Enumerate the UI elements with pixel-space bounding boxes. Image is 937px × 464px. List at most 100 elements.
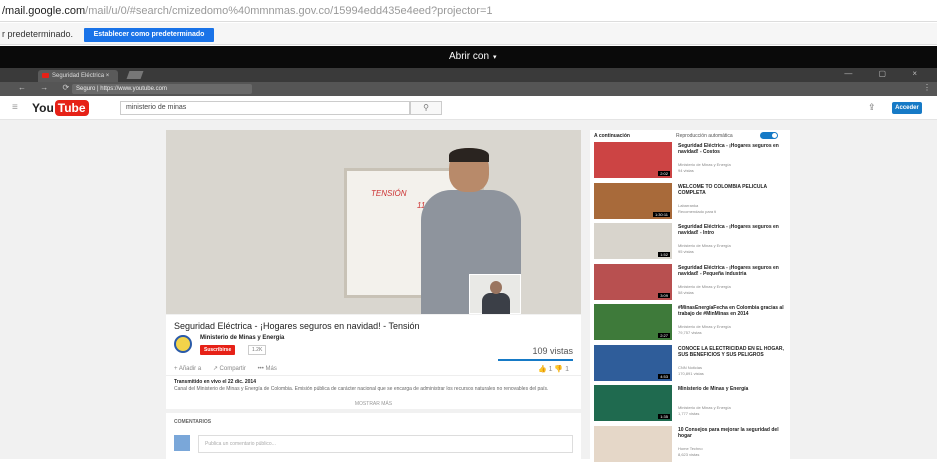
up-next-label: A continuación: [594, 133, 630, 139]
video-info: Seguridad Eléctrica - ¡Hogares seguros e…: [166, 315, 581, 409]
url-path: /mail/u/0/#search/cmizedomo%40mmnmas.gov…: [85, 5, 493, 17]
board-text: TENSIÓN: [371, 189, 407, 198]
window-controls[interactable]: — ▢ ×: [844, 69, 929, 78]
video-thumbnail[interactable]: 2:27: [594, 304, 672, 340]
subscribe-button[interactable]: Suscribirse: [200, 345, 236, 355]
logo-tube: Tube: [54, 100, 89, 116]
close-icon[interactable]: ×: [106, 73, 110, 79]
interpreter-body: [482, 293, 510, 314]
browser-address-bar: ← → ⟳ Seguro | https://www.youtube.com ⋮: [0, 82, 937, 96]
sign-in-button[interactable]: Acceder: [892, 102, 922, 114]
related-video-channel: Ministerio de Minas y Energía: [678, 405, 731, 410]
video-thumbnail[interactable]: 1:35: [594, 385, 672, 421]
autoplay-toggle[interactable]: [760, 132, 778, 139]
sign-language-inset: [469, 274, 521, 314]
video-duration: 3:09: [658, 292, 670, 298]
related-video-title[interactable]: Ministerio de Minas y Energía: [678, 386, 786, 392]
related-video-views: 95 vistas: [678, 249, 694, 254]
channel-name[interactable]: Ministerio de Minas y Energía: [200, 335, 284, 341]
related-video-item[interactable]: 2:27 #MinasEnergíaFecha en Colombia graci…: [594, 304, 790, 342]
related-video-channel: Ministerio de Minas y Energía: [678, 243, 731, 248]
share-button[interactable]: ↗ Compartir: [213, 366, 246, 372]
channel-avatar[interactable]: [174, 335, 192, 353]
address-field[interactable]: Seguro | https://www.youtube.com: [72, 84, 252, 94]
video-title: Seguridad Eléctrica - ¡Hogares seguros e…: [174, 321, 420, 331]
page-background-right: [797, 130, 937, 459]
related-video-title[interactable]: Seguridad Eléctrica - ¡Hogares seguros e…: [678, 265, 786, 277]
related-video-item[interactable]: 4:53 CONOCE LA ELECTRICIDAD EN EL HOGAR, …: [594, 344, 790, 383]
open-with-button[interactable]: Abrir con ▾: [443, 49, 503, 65]
like-dislike-buttons[interactable]: 👍 1 👎 1: [538, 365, 569, 373]
video-thumbnail[interactable]: 4:53: [594, 344, 672, 381]
upload-icon[interactable]: ⇪: [868, 102, 876, 113]
nav-buttons[interactable]: ← → ⟳: [18, 83, 75, 92]
video-thumbnail[interactable]: 3:09: [594, 263, 672, 300]
video-thumbnail[interactable]: 1:30:11: [594, 182, 672, 219]
video-player[interactable]: TENSIÓN 110V: [166, 130, 581, 314]
youtube-favicon-icon: [42, 73, 49, 78]
more-button[interactable]: ••• Más: [258, 366, 277, 372]
related-video-channel: Home Techno: [678, 445, 703, 451]
new-tab-button[interactable]: [126, 71, 144, 79]
related-video-channel: Labarranka: [678, 202, 699, 208]
related-video-views: 1,777 vistas: [678, 411, 700, 416]
video-duration: 1:35: [658, 414, 670, 419]
related-video-item[interactable]: 3:09 Seguridad Eléctrica - ¡Hogares segur…: [594, 263, 790, 302]
related-video-channel: CNN Noticias: [678, 364, 703, 370]
related-video-item[interactable]: 1:52 Seguridad Eléctrica - ¡Hogares segur…: [594, 223, 790, 261]
embedded-browser-screenshot: Seguridad Eléctrica × — ▢ × ← → ⟳ Seguro…: [0, 68, 937, 462]
comment-input[interactable]: Publica un comentario público...: [198, 435, 573, 453]
search-icon[interactable]: ⚲: [410, 101, 442, 115]
publish-date: Transmitido en vivo el 22 dic. 2014: [174, 379, 256, 385]
related-video-item[interactable]: 2:02 Seguridad Eléctrica - ¡Hogares segur…: [594, 142, 790, 180]
show-more-button[interactable]: MOSTRAR MÁS: [166, 401, 581, 407]
related-videos-sidebar: A continuación Reproducción automática 2…: [590, 130, 790, 462]
related-video-views: 8,623 vistas: [678, 451, 700, 457]
default-bar-text: r predeterminado.: [2, 29, 74, 39]
default-browser-bar: r predeterminado. Establecer como predet…: [0, 23, 937, 45]
youtube-logo[interactable]: You Tube: [32, 100, 89, 116]
video-thumbnail[interactable]: [594, 425, 672, 462]
menu-dots-icon[interactable]: ⋮: [923, 83, 931, 92]
related-video-title[interactable]: 10 Consejos para mejorar la seguridad de…: [678, 427, 786, 439]
video-duration: 1:30:11: [652, 211, 670, 217]
related-video-title[interactable]: Seguridad Eléctrica - ¡Hogares seguros e…: [678, 224, 786, 236]
related-video-channel: Ministerio de Minas y Energía: [678, 283, 731, 289]
like-ratio-bar: [498, 359, 573, 361]
related-video-item[interactable]: 1:35 Ministerio de Minas y Energía Ministe…: [594, 385, 790, 423]
interpreter-head: [490, 281, 502, 294]
video-duration: 2:27: [658, 333, 670, 338]
related-video-title[interactable]: #MinasEnergíaFecha en Colombia gracias a…: [678, 305, 786, 317]
search-input[interactable]: ministerio de minas: [120, 101, 410, 115]
video-thumbnail[interactable]: 2:02: [594, 142, 672, 178]
divider: [166, 375, 581, 376]
related-video-item[interactable]: 1:30:11 WELCOME TO COLOMBIA PELÍCULA COMP…: [594, 182, 790, 221]
comments-section: COMENTARIOS Publica un comentario públic…: [166, 413, 581, 459]
related-video-item[interactable]: 10 Consejos para mejorar la seguridad de…: [594, 425, 790, 464]
autoplay-label: Reproducción automática: [676, 133, 733, 139]
video-description: Canal del Ministerio de Minas y Energía …: [174, 386, 549, 392]
video-thumbnail[interactable]: 1:52: [594, 223, 672, 259]
subscriber-count: 1.2K: [248, 345, 267, 355]
related-video-title[interactable]: CONOCE LA ELECTRICIDAD EN EL HOGAR, SUS …: [678, 346, 786, 358]
related-video-channel: Ministerio de Minas y Energía: [678, 324, 731, 329]
related-video-title[interactable]: WELCOME TO COLOMBIA PELÍCULA COMPLETA: [678, 184, 786, 196]
browser-tabbar: Seguridad Eléctrica × — ▢ ×: [0, 68, 937, 82]
url-domain: /mail.google.com: [2, 5, 86, 17]
viewer-toolbar: Abrir con ▾: [0, 46, 937, 68]
add-to-button[interactable]: + Añadir a: [174, 366, 201, 372]
user-avatar: [174, 435, 190, 451]
tab-title: Seguridad Eléctrica: [52, 73, 105, 79]
open-with-label: Abrir con: [449, 51, 490, 62]
related-video-title[interactable]: Seguridad Eléctrica - ¡Hogares seguros e…: [678, 143, 786, 155]
view-count: 109 vistas: [532, 346, 573, 356]
related-video-views: 94 vistas: [678, 168, 694, 173]
video-duration: 4:53: [658, 373, 670, 379]
video-duration: 2:02: [658, 171, 670, 176]
hamburger-menu-icon[interactable]: ≡: [12, 102, 18, 113]
browser-tab[interactable]: Seguridad Eléctrica ×: [38, 70, 118, 82]
related-video-views: 79,757 vistas: [678, 330, 702, 335]
presenter-hair: [449, 148, 489, 162]
set-default-button[interactable]: Establecer como predeterminado: [83, 27, 215, 42]
gmail-url-bar[interactable]: /mail.google.com/mail/u/0/#search/cmized…: [0, 0, 937, 22]
